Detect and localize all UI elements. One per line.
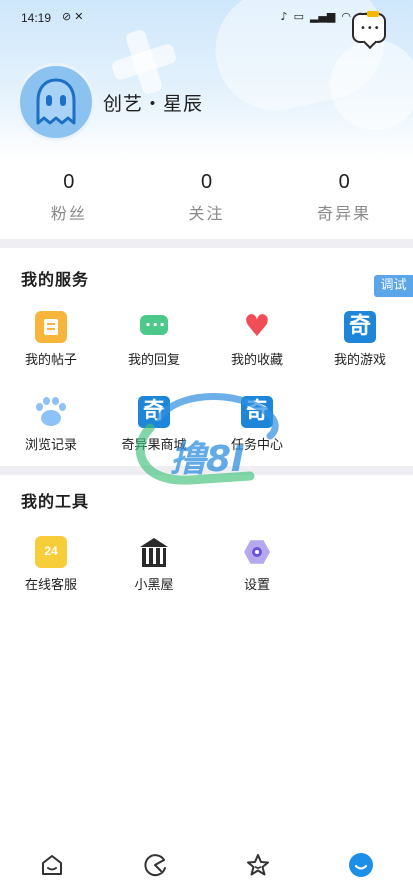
service-label: 我的回复 bbox=[127, 353, 180, 368]
section-divider bbox=[0, 466, 413, 475]
service-item-games[interactable]: 奇 我的游戏 bbox=[310, 311, 410, 368]
tool-item-support[interactable]: 24 在线客服 bbox=[1, 536, 101, 593]
service-item-kiwi-shop[interactable]: 奇 奇异果商城 bbox=[104, 396, 204, 453]
service-item-tasks[interactable]: 奇 任务中心 bbox=[207, 396, 307, 453]
stat-fans[interactable]: 0 粉丝 bbox=[0, 168, 138, 228]
service-label: 浏览记录 bbox=[24, 438, 77, 453]
service-item-history[interactable]: 浏览记录 bbox=[1, 396, 101, 453]
message-badge bbox=[367, 11, 379, 17]
tool-label: 小黑屋 bbox=[134, 578, 174, 593]
mute-icon: ♪ bbox=[280, 10, 288, 23]
stat-label: 关注 bbox=[188, 204, 225, 223]
star-icon bbox=[247, 854, 270, 876]
tools-icon: ✕ bbox=[74, 10, 87, 23]
qi-icon: 奇 bbox=[344, 311, 376, 343]
section-divider bbox=[0, 239, 413, 248]
wifi-icon: ◠ bbox=[341, 10, 351, 23]
heart-icon: ♥ bbox=[243, 309, 271, 344]
service-label: 奇异果商城 bbox=[121, 438, 187, 453]
debug-tag[interactable]: 调试 bbox=[374, 275, 413, 297]
message-button[interactable]: ••• bbox=[352, 11, 386, 43]
circle-decoration bbox=[330, 40, 413, 130]
camera-off-icon: ⊘ bbox=[62, 10, 75, 23]
tool-item-settings[interactable]: 设置 bbox=[207, 536, 307, 593]
explore-icon bbox=[144, 854, 166, 877]
nav-profile[interactable] bbox=[310, 842, 413, 886]
support-24-icon: 24 bbox=[35, 536, 67, 568]
status-left-icons: ⊘✕ bbox=[62, 10, 86, 23]
tool-label: 在线客服 bbox=[24, 578, 77, 593]
ghost-icon bbox=[36, 78, 76, 125]
bottom-nav bbox=[0, 842, 413, 886]
nav-home[interactable] bbox=[0, 842, 103, 886]
service-label: 我的收藏 bbox=[230, 353, 283, 368]
nav-explore[interactable] bbox=[103, 842, 206, 886]
service-item-favorites[interactable]: ♥ 我的收藏 bbox=[207, 309, 307, 369]
profile-icon bbox=[349, 853, 374, 877]
qi-icon: 奇 bbox=[138, 396, 170, 428]
stat-label: 奇异果 bbox=[317, 204, 372, 223]
tool-item-jail[interactable]: 小黑屋 bbox=[104, 536, 204, 593]
username[interactable]: 创艺・星辰 bbox=[103, 89, 203, 116]
settings-icon bbox=[241, 536, 273, 568]
stat-following[interactable]: 0 关注 bbox=[138, 168, 276, 228]
reply-icon bbox=[138, 311, 170, 343]
services-title: 我的服务 bbox=[21, 270, 90, 289]
avatar[interactable] bbox=[17, 63, 95, 141]
nav-favorites[interactable] bbox=[207, 842, 310, 886]
stats-row: 0 粉丝 0 关注 0 奇异果 bbox=[0, 168, 413, 228]
service-label: 我的游戏 bbox=[333, 353, 386, 368]
home-icon bbox=[41, 855, 62, 875]
paw-icon bbox=[35, 396, 67, 428]
post-icon bbox=[35, 311, 67, 343]
stat-kiwi[interactable]: 0 奇异果 bbox=[275, 168, 413, 228]
jail-icon bbox=[138, 536, 170, 568]
stat-label: 粉丝 bbox=[50, 204, 87, 223]
service-item-posts[interactable]: 我的帖子 bbox=[1, 311, 101, 368]
status-time: 14:19 bbox=[21, 11, 52, 25]
signal-icon: ▂▄▆ bbox=[309, 10, 336, 23]
stat-value: 0 bbox=[338, 171, 350, 193]
stat-value: 0 bbox=[200, 171, 213, 193]
chat-dots-icon: ••• bbox=[360, 23, 381, 34]
tool-label: 设置 bbox=[243, 578, 270, 593]
qi-icon: 奇 bbox=[241, 396, 273, 428]
hd-icon: ▭ bbox=[293, 10, 304, 23]
stat-value: 0 bbox=[63, 171, 75, 193]
service-label: 任务中心 bbox=[230, 438, 283, 453]
service-label: 我的帖子 bbox=[24, 353, 77, 368]
tools-title: 我的工具 bbox=[21, 492, 90, 511]
service-item-replies[interactable]: 我的回复 bbox=[104, 311, 204, 368]
